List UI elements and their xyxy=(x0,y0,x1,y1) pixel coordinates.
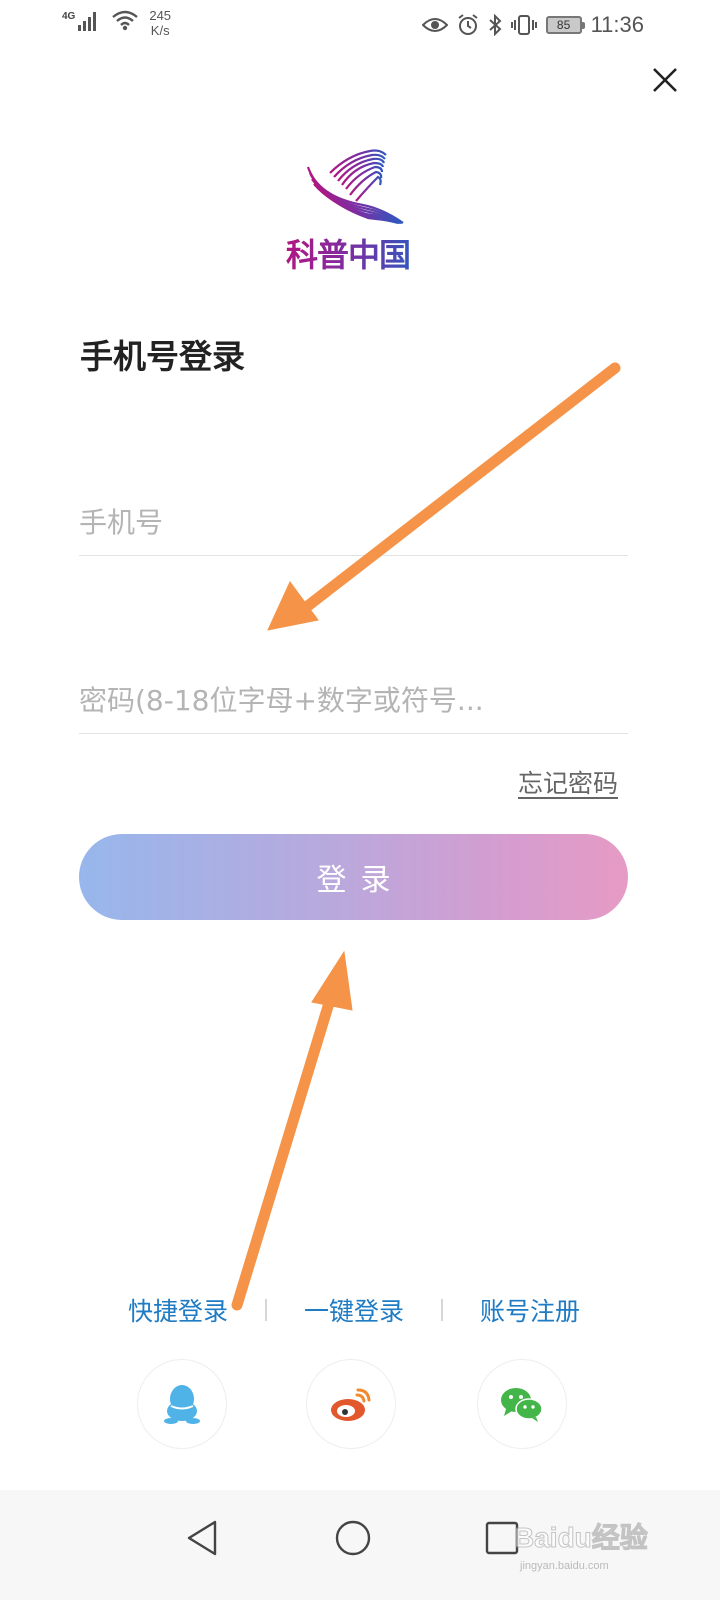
forgot-password-link[interactable]: 忘记密码 xyxy=(518,764,618,800)
qq-login-button[interactable] xyxy=(137,1359,227,1449)
wechat-icon xyxy=(501,1388,543,1422)
alt-login-options: 快捷登录 一键登录 账号注册 xyxy=(118,1290,590,1330)
network-speed-unit: K/s xyxy=(150,23,170,38)
close-icon xyxy=(653,68,677,92)
home-button[interactable] xyxy=(323,1508,383,1568)
divider xyxy=(265,1299,267,1321)
arrow-head-password xyxy=(267,581,319,631)
signal-group: 4G xyxy=(62,8,101,32)
phone-field-container xyxy=(79,492,628,556)
alarm-icon xyxy=(457,14,478,35)
status-right-group: 85 11:36 xyxy=(421,12,644,38)
eye-icon xyxy=(421,18,448,32)
quick-login-link[interactable]: 快捷登录 xyxy=(118,1292,238,1328)
bluetooth-icon xyxy=(488,14,502,36)
password-input[interactable] xyxy=(79,670,628,730)
login-button[interactable]: 登录 xyxy=(79,834,628,920)
watermark-text: Baidu经验 xyxy=(514,1522,649,1554)
divider xyxy=(440,1299,443,1321)
arrow-to-login-button xyxy=(231,984,339,1311)
page-title: 手机号登录 xyxy=(80,337,245,376)
phone-input[interactable] xyxy=(79,492,628,552)
weibo-icon xyxy=(331,1388,371,1421)
watermark-url: jingyan.baidu.com xyxy=(520,1560,609,1572)
wifi-icon xyxy=(112,10,139,31)
battery-level: 85 xyxy=(556,18,571,32)
arrow-head-login xyxy=(311,950,353,1011)
network-speed: 245 K/s xyxy=(149,8,171,38)
status-left-group: 4G 245 K/s xyxy=(62,8,171,38)
login-screen: 4G 245 K/s 85 11:36 科普中国 手机号登录 手机号 忘记密码 … xyxy=(0,0,720,1600)
weibo-login-button[interactable] xyxy=(306,1359,396,1449)
password-field-container xyxy=(79,670,628,734)
qq-icon xyxy=(164,1385,200,1424)
one-click-login-link[interactable]: 一键登录 xyxy=(294,1292,414,1328)
vibrate-icon xyxy=(510,15,537,35)
baidu-jingyan-watermark: Baidu经验 jingyan.baidu.com xyxy=(514,1508,684,1588)
network-type-label: 4G xyxy=(62,11,76,22)
battery-icon: 85 xyxy=(545,16,585,34)
wechat-login-button[interactable] xyxy=(477,1359,567,1449)
close-button[interactable] xyxy=(640,58,690,102)
home-circle-icon xyxy=(335,1520,371,1556)
arrow-to-password xyxy=(294,362,621,618)
signal-icon xyxy=(78,12,97,31)
status-bar: 4G 245 K/s 85 11:36 xyxy=(0,0,720,56)
back-triangle-icon xyxy=(187,1520,217,1556)
register-link[interactable]: 账号注册 xyxy=(470,1292,590,1328)
status-clock: 11:36 xyxy=(590,12,644,37)
back-button[interactable] xyxy=(172,1508,232,1568)
kepu-logo-text: 科普中国 xyxy=(286,230,416,276)
network-speed-value: 245 xyxy=(149,8,172,23)
